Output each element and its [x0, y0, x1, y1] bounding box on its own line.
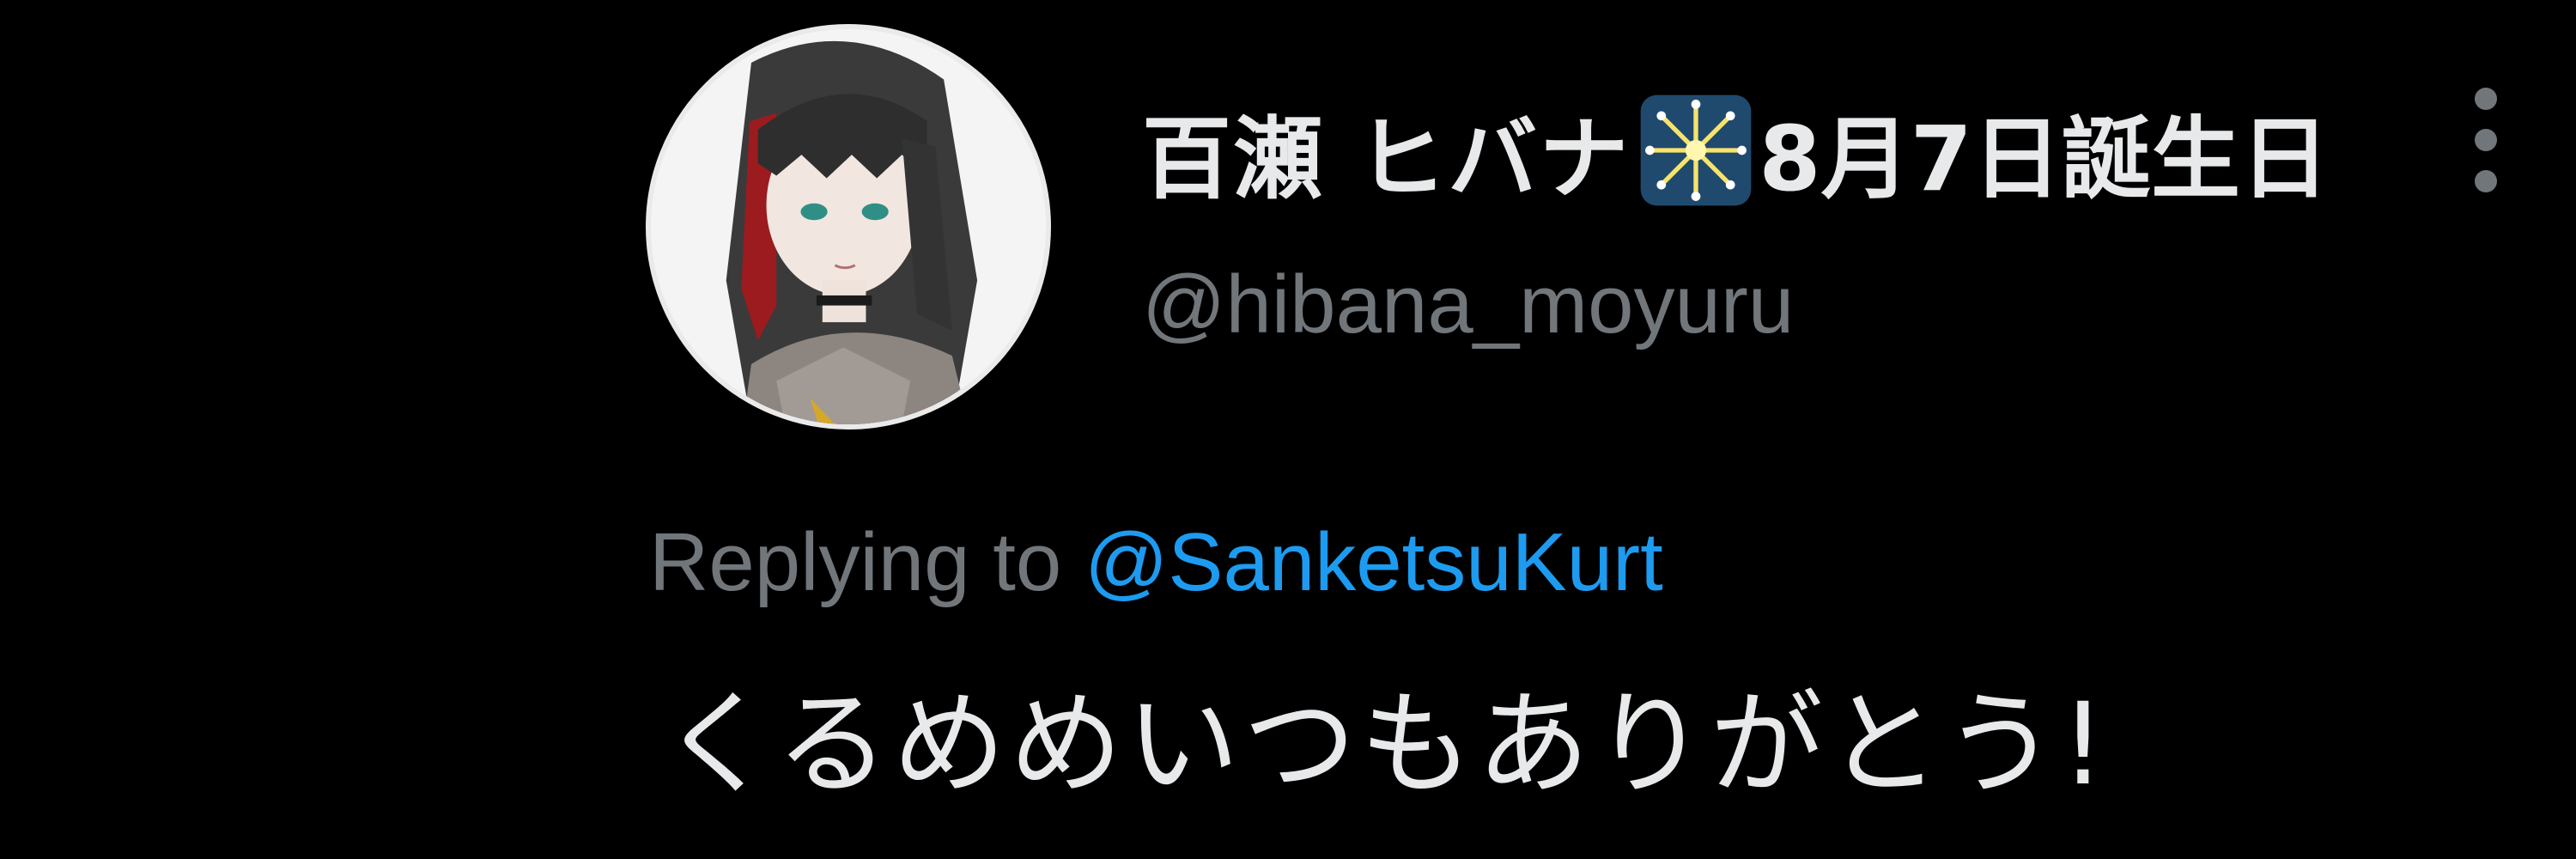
author-name-row[interactable]: 百瀬 ヒバナ 8月7日誕生日 — [1142, 82, 2330, 219]
sparkler-fireworks-icon — [1638, 93, 1753, 208]
author-name-suffix[interactable]: 8月7日誕生日 — [1759, 86, 2330, 216]
author-display-name[interactable]: 百瀬 ヒバナ — [1142, 86, 1630, 216]
more-dot — [2475, 170, 2497, 192]
author-avatar[interactable] — [646, 24, 1051, 430]
more-options-icon[interactable] — [2461, 84, 2509, 196]
replying-to-line: Replying to @SanketsuKurt — [649, 515, 1663, 610]
more-dot — [2475, 129, 2497, 151]
tweet-text: くるめめいつもありがとう! — [661, 679, 2110, 811]
author-handle[interactable]: @hibana_moyuru — [1142, 258, 1794, 352]
avatar-image — [651, 29, 1046, 424]
more-dot — [2475, 88, 2497, 110]
replying-to-label: Replying to — [649, 516, 1084, 608]
reply-mention-link[interactable]: @SanketsuKurt — [1084, 516, 1663, 608]
